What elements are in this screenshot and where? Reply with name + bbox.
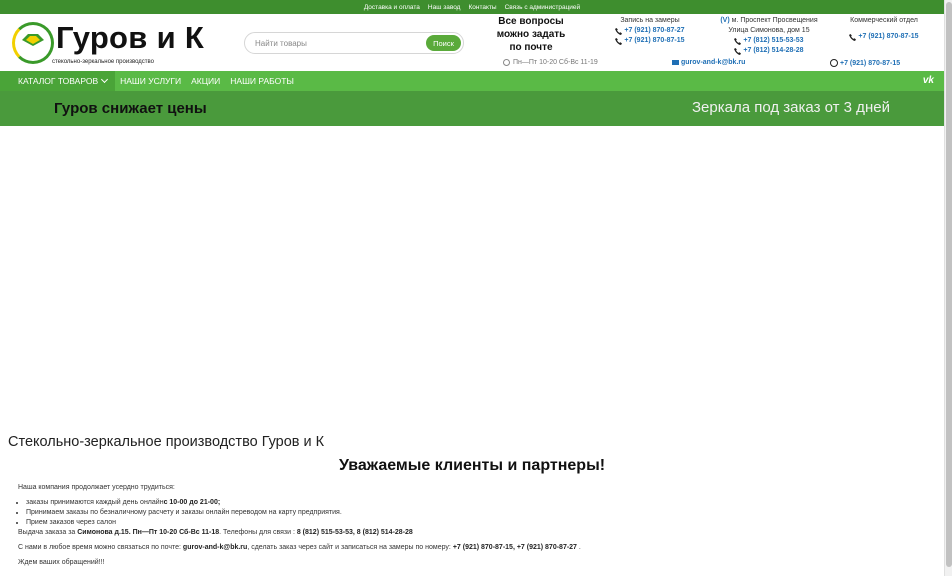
contact-prefix: С нами в любое время можно связаться по … [18,544,183,551]
address-phone-2-text: +7 (812) 514-28-28 [743,47,804,54]
logo-title: Гуров и К [56,20,205,55]
phone-icon [615,37,623,45]
banner-left-text: Гуров снижает цены [54,100,207,117]
questions-line-3: по почте [509,42,553,53]
commercial-block: Коммерческий отдел +7 (921) 870-87-15 [843,16,925,42]
phone-icon [734,37,742,45]
address-phone-1-text: +7 (812) 515-53-53 [743,37,804,44]
address-block: (V) м. Проспект Просвещения Улица Симоно… [710,16,828,56]
topbar-link-delivery[interactable]: Доставка и оплата [364,4,420,11]
list-item: заказы принимаются каждый день онлайнс 1… [26,498,918,508]
address-text: Улица Симонова, дом 15 [728,27,810,34]
promo-banner[interactable]: Гуров снижает цены Зеркала под заказ от … [0,91,944,126]
measurements-phone-1-text: +7 (921) 870-87-27 [624,27,685,34]
questions-note: Все вопросы можно задать по почте [494,15,568,54]
contact-phones[interactable]: +7 (921) 870-87-15, +7 (921) 870-87-27 [453,544,577,551]
top-bar: Доставка и оплата Наш завод Контакты Свя… [0,0,944,14]
address-phone-1[interactable]: +7 (812) 515-53-53 [710,36,828,46]
pickup-phones: 8 (812) 515-53-53, 8 (812) 514-28-28 [296,529,413,536]
main-content: Наша компания продолжает усердно трудить… [18,483,918,568]
search-button[interactable]: Поиск [426,35,461,51]
main-nav: КАТАЛОГ ТОВАРОВ НАШИ УСЛУГИ АКЦИИ НАШИ Р… [0,71,944,91]
chevron-down-icon [101,75,109,84]
metro-icon: (V) [720,17,730,24]
topbar-link-factory[interactable]: Наш завод [428,4,461,11]
questions-line-2: можно задать [496,29,566,40]
list-item-text: Прием заказов через салон [26,519,116,526]
address-phone-2[interactable]: +7 (812) 514-28-28 [710,46,828,56]
nav-catalog[interactable]: КАТАЛОГ ТОВАРОВ [0,71,116,91]
list-item-text: заказы принимаются каждый день онлайн [26,499,164,506]
page-title: Стекольно-зеркальное производство Гуров … [8,434,325,450]
whatsapp-text: +7 (921) 870-87-15 [840,59,901,67]
intro-text: Наша компания продолжает усердно трудить… [18,484,175,491]
commercial-label: Коммерческий отдел [850,17,918,24]
topbar-link-admin[interactable]: Связь с администрацией [505,4,581,11]
logo[interactable]: Гуров и К стекольно-зеркальное производс… [12,20,212,68]
phone-icon [849,33,857,41]
pickup-prefix: Выдача заказа за [18,529,78,536]
phone-icon [615,27,623,35]
list-item: Прием заказов через салон [26,518,918,528]
mail-icon [672,60,679,65]
email-link[interactable]: gurov-and-k@bk.ru [672,59,745,66]
search-input[interactable] [255,37,415,50]
banner-right-text: Зеркала под заказ от 3 дней [692,99,890,116]
greeting-heading: Уважаемые клиенты и партнеры! [338,457,606,474]
scrollbar-thumb[interactable] [946,2,952,567]
contact-mid: , сделать заказ через сайт и записаться … [247,544,453,551]
measurements-phone-2[interactable]: +7 (921) 870-87-15 [610,36,690,46]
list-item-text: Принимаем заказы по безналичному расчету… [26,509,342,516]
topbar-link-contacts[interactable]: Контакты [468,4,496,11]
scrollbar[interactable] [944,0,952,576]
working-hours-text: Пн—Пт 10-20 Сб-Вс 11-19 [513,59,598,66]
nav-services[interactable]: НАШИ УСЛУГИ [115,71,186,91]
header: Гуров и К стекольно-зеркальное производс… [0,14,944,71]
list-item-bold: с 10-00 до 21-00; [163,499,221,506]
logo-subtitle: стекольно-зеркальное производство [52,59,154,65]
contact-end: . [576,544,581,551]
vk-icon[interactable]: vk [923,75,934,86]
nav-catalog-label: КАТАЛОГ ТОВАРОВ [18,76,99,86]
measurements-phone-2-text: +7 (921) 870-87-15 [624,37,685,44]
commercial-phone[interactable]: +7 (921) 870-87-15 [843,32,925,42]
clock-icon [503,59,510,66]
measurements-block: Запись на замеры +7 (921) 870-87-27 +7 (… [610,16,690,46]
questions-line-1: Все вопросы [498,16,564,27]
closing-text: Ждем ваших обращений!!! [18,559,105,566]
pickup-address: Симонова д.15. Пн—Пт 10-20 Сб-Вс 11-18 [77,529,220,536]
contact-email[interactable]: gurov-and-k@bk.ru [183,544,247,551]
pickup-mid: . Телефоны для связи : [219,529,297,536]
phone-icon [734,47,742,55]
commercial-phone-text: +7 (921) 870-87-15 [858,33,919,40]
search-box: Поиск [244,32,464,54]
nav-promotions[interactable]: АКЦИИ [186,71,225,91]
metro-station: м. Проспект Просвещения [731,17,818,24]
nav-works[interactable]: НАШИ РАБОТЫ [225,71,299,91]
measurements-label: Запись на замеры [620,17,680,24]
measurements-phone-1[interactable]: +7 (921) 870-87-27 [610,26,690,36]
info-list: заказы принимаются каждый день онлайнс 1… [26,498,918,528]
pickup-text: Выдача заказа за Симонова д.15. Пн—Пт 10… [18,528,918,538]
contact-text: С нами в любое время можно связаться по … [18,543,918,553]
logo-diamond-icon [22,34,44,46]
email-text: gurov-and-k@bk.ru [681,59,746,66]
list-item: Принимаем заказы по безналичному расчету… [26,508,918,518]
working-hours: Пн—Пт 10-20 Сб-Вс 11-19 [503,59,598,66]
whatsapp-link[interactable]: +7 (921) 870-87-15 [830,59,900,67]
whatsapp-icon [830,59,838,67]
metro-line: (V) м. Проспект Просвещения [710,16,828,26]
